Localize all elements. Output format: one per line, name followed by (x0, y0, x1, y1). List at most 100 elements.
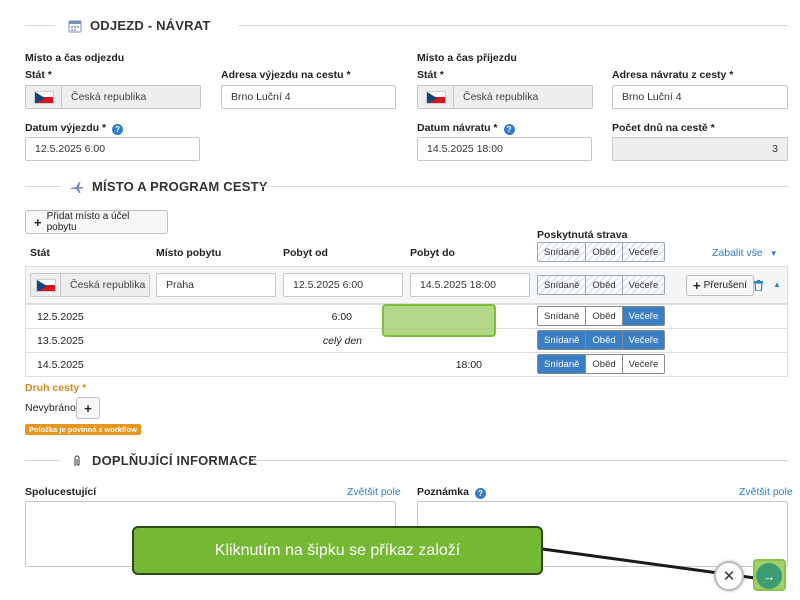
departure-state-label: Stát * (25, 69, 52, 81)
departure-address-label: Adresa výjezdu na cestu * (221, 69, 351, 81)
add-place-label: Přidat místo a účel pobytu (46, 211, 130, 233)
meal-dinner[interactable]: Večeře (622, 330, 666, 350)
day-meals-toggle[interactable]: Snídaně Oběd Večeře (537, 306, 666, 326)
days-count-value: 3 (612, 137, 788, 161)
day-from: celý den (322, 335, 362, 347)
callout-text: Kliknutím na šipku se příkaz založí (214, 541, 461, 559)
day-date: 13.5.2025 (37, 335, 84, 347)
section-title: ODJEZD - NÁVRAT (90, 18, 211, 33)
day-meals-toggle[interactable]: Snídaně Oběd Večeře (537, 354, 666, 374)
plus-icon: + (84, 400, 92, 416)
tutorial-callout: Kliknutím na šipku se příkaz založí (132, 526, 543, 575)
trip-type-label: Druh cesty * (25, 382, 87, 394)
arrival-state-select[interactable]: Česká republika (417, 85, 593, 109)
submit-arrow-button[interactable]: → (756, 563, 782, 589)
section-divider (253, 460, 788, 461)
collapse-all-label[interactable]: Zabalit vše (712, 247, 763, 259)
departure-group-label: Místo a čas odjezdu (25, 52, 125, 64)
days-count-label: Počet dnů na cestě * (612, 122, 715, 134)
meal-breakfast[interactable]: Snídaně (537, 330, 587, 350)
day-date: 12.5.2025 (37, 311, 84, 323)
close-button[interactable]: ✕ (714, 561, 744, 591)
interruption-button[interactable]: + Přerušení (686, 275, 754, 296)
meal-header-toggle[interactable]: Snídaně Oběd Večeře (537, 242, 666, 262)
page: ODJEZD - NÁVRAT Místo a čas odjezdu Stát… (0, 0, 800, 600)
czech-flag-icon (425, 90, 446, 104)
plus-icon: + (693, 278, 701, 293)
section-header-departure-return: ODJEZD - NÁVRAT (68, 18, 210, 33)
section-title: DOPLŇUJÍCÍ INFORMACE (92, 453, 258, 468)
section-divider (25, 25, 55, 26)
stay-state-select[interactable]: Česká republika (30, 273, 150, 297)
arrival-address-input[interactable]: Brno Luční 4 (612, 85, 788, 109)
caret-up-icon[interactable]: ▲ (773, 280, 781, 289)
section-divider (25, 460, 61, 461)
arrival-address-label: Adresa návratu z cesty * (612, 69, 734, 81)
meal-breakfast[interactable]: Snídaně (537, 242, 587, 262)
day-to: 18:00 (455, 359, 482, 371)
arrival-state-label: Stát * (417, 69, 444, 81)
meal-lunch[interactable]: Oběd (586, 330, 623, 350)
day-row (25, 352, 788, 377)
interruption-label: Přerušení (703, 280, 747, 291)
day-meals-toggle[interactable]: Snídaně Oběd Večeře (537, 330, 666, 350)
column-header-from: Pobyt od (283, 247, 328, 259)
meal-dinner[interactable]: Večeře (622, 242, 666, 262)
meal-lunch[interactable]: Oběd (586, 242, 623, 262)
arrival-state-value: Česká republika (463, 91, 539, 103)
tutorial-highlight (382, 304, 496, 337)
meal-breakfast[interactable]: Snídaně (537, 306, 587, 326)
collapse-all-link[interactable]: Zabalit vše ▼ (712, 247, 778, 259)
stay-to-input[interactable]: 14.5.2025 18:00 (410, 273, 530, 297)
section-divider (25, 186, 61, 187)
stay-meals-toggle[interactable]: Snídaně Oběd Večeře (537, 275, 666, 295)
section-header-additional-info: DOPLŇUJÍCÍ INFORMACE (70, 453, 257, 468)
meal-lunch[interactable]: Oběd (586, 275, 623, 295)
column-header-to: Pobyt do (410, 247, 455, 259)
departure-date-label: Datum výjezdu *? (25, 122, 124, 135)
meal-dinner[interactable]: Večeře (622, 354, 666, 374)
plane-icon (70, 180, 84, 194)
czech-flag-icon (35, 278, 56, 292)
section-divider (262, 186, 788, 187)
help-icon[interactable]: ? (503, 124, 515, 135)
caret-down-icon: ▼ (769, 249, 778, 258)
section-header-place-program: MÍSTO A PROGRAM CESTY (70, 179, 268, 194)
arrival-group-label: Místo a čas příjezdu (417, 52, 517, 64)
arrow-right-icon: → (762, 568, 776, 584)
departure-state-select[interactable]: Česká republika (25, 85, 201, 109)
arrival-date-input[interactable]: 14.5.2025 18:00 (417, 137, 592, 161)
meal-lunch[interactable]: Oběd (586, 354, 623, 374)
paperclip-icon (70, 454, 84, 468)
meal-breakfast[interactable]: Snídaně (537, 354, 587, 374)
departure-address-input[interactable]: Brno Luční 4 (221, 85, 396, 109)
day-date: 14.5.2025 (37, 359, 84, 371)
section-title: MÍSTO A PROGRAM CESTY (92, 179, 268, 194)
help-icon[interactable]: ? (474, 488, 486, 499)
meal-breakfast[interactable]: Snídaně (537, 275, 587, 295)
plus-icon: + (34, 214, 42, 230)
companions-enlarge-link[interactable]: Zvětšit pole (347, 486, 401, 498)
stay-from-input[interactable]: 12.5.2025 6:00 (283, 273, 403, 297)
column-header-state: Stát (30, 247, 50, 259)
column-header-place: Místo pobytu (156, 247, 222, 259)
stay-place-input[interactable]: Praha (156, 273, 276, 297)
help-icon[interactable]: ? (112, 124, 124, 135)
stay-state-value: Česká republika (70, 279, 146, 291)
workflow-required-badge: Položka je povinná z workflow (25, 424, 141, 435)
close-icon: ✕ (722, 567, 736, 585)
day-from: 6:00 (331, 311, 352, 323)
meal-lunch[interactable]: Oběd (586, 306, 623, 326)
section-divider (238, 25, 788, 26)
column-header-meals: Poskytnutá strava (537, 229, 628, 241)
companions-label: Spolucestující (25, 486, 97, 498)
meal-dinner[interactable]: Večeře (622, 306, 666, 326)
add-place-button[interactable]: + Přidat místo a účel pobytu (25, 210, 168, 234)
add-trip-type-button[interactable]: + (76, 397, 100, 419)
departure-state-value: Česká republika (71, 91, 147, 103)
meal-dinner[interactable]: Večeře (622, 275, 666, 295)
trash-icon[interactable] (754, 280, 763, 294)
departure-date-input[interactable]: 12.5.2025 6:00 (25, 137, 200, 161)
note-enlarge-link[interactable]: Zvětšit pole (739, 486, 793, 498)
calendar-icon (68, 19, 82, 33)
